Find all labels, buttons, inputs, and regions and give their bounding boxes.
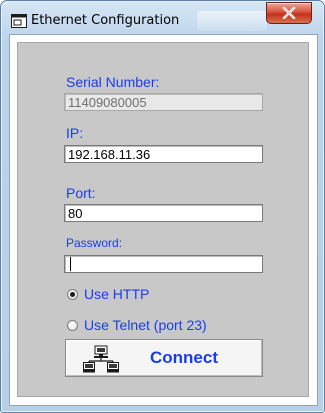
connect-label: Connect <box>150 348 218 367</box>
close-icon <box>282 7 296 19</box>
port-field[interactable] <box>64 204 263 222</box>
serial-number-field <box>64 93 263 111</box>
title-bar-reflection <box>197 11 267 31</box>
close-button[interactable] <box>266 2 312 24</box>
password-field[interactable] <box>64 255 263 273</box>
ip-label: IP: <box>66 125 84 141</box>
window-app-icon <box>11 14 27 28</box>
text-caret <box>70 257 71 271</box>
use-telnet-radio[interactable]: Use Telnet (port 23) <box>67 317 207 333</box>
window-title: Ethernet Configuration <box>31 13 180 28</box>
network-computers-icon <box>83 345 119 373</box>
radio-indicator-unselected <box>67 319 78 331</box>
use-telnet-label: Use Telnet (port 23) <box>84 317 207 333</box>
serial-number-label: Serial Number: <box>66 74 160 90</box>
port-label: Port: <box>66 185 96 201</box>
connect-button[interactable]: Connect <box>65 339 263 377</box>
radio-indicator-selected <box>67 288 78 300</box>
ip-field[interactable] <box>64 145 263 163</box>
use-http-label: Use HTTP <box>84 286 150 302</box>
use-http-radio[interactable]: Use HTTP <box>67 286 149 302</box>
title-bar[interactable]: Ethernet Configuration <box>1 1 324 35</box>
password-label: Password: <box>66 236 123 250</box>
